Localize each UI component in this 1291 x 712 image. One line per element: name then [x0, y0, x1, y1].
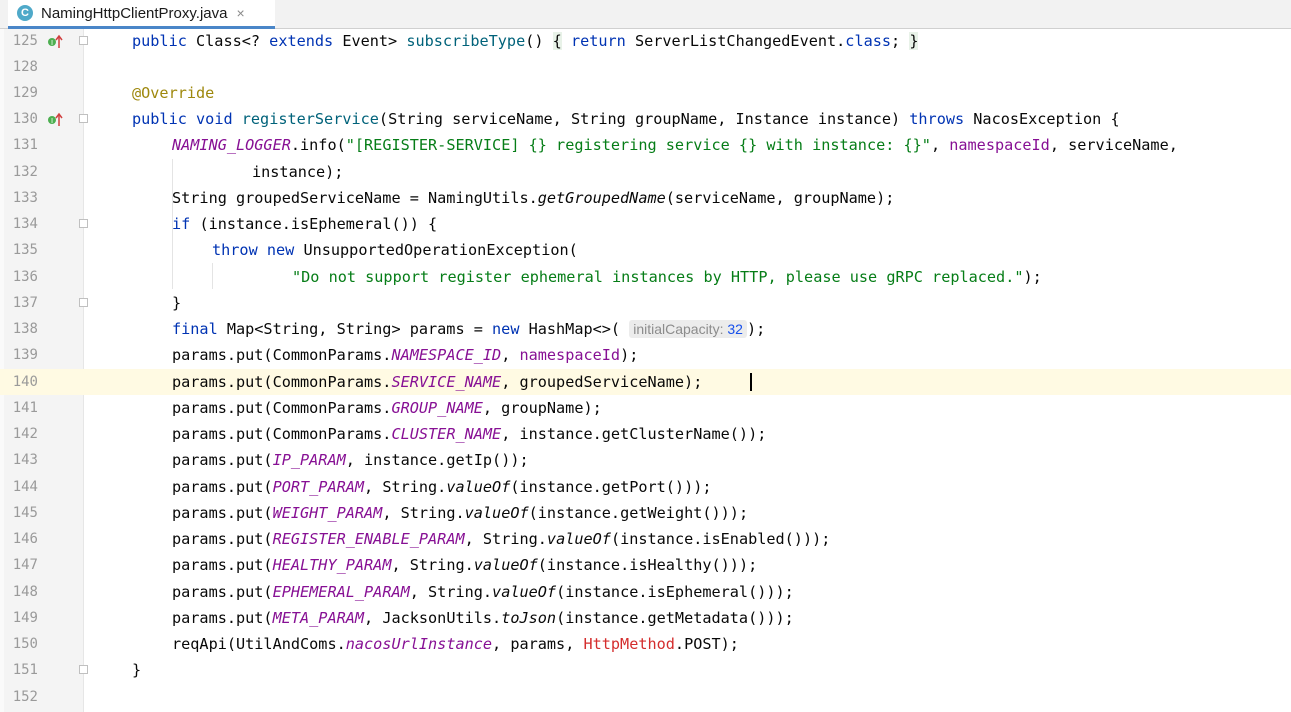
code-line: 135 throw new UnsupportedOperationExcept…	[0, 237, 1291, 263]
code-line: 133 String groupedServiceName = NamingUt…	[0, 185, 1291, 211]
code-line: 132 instance);	[0, 159, 1291, 185]
java-class-icon: C	[17, 5, 33, 21]
line-number: 131	[12, 137, 38, 153]
tab-label: NamingHttpClientProxy.java	[41, 4, 228, 22]
close-icon[interactable]: ×	[236, 5, 244, 21]
line-number: 141	[12, 400, 38, 416]
line-number: 147	[12, 557, 38, 573]
current-code-line: 140 params.put(CommonParams.SERVICE_NAME…	[0, 369, 1291, 395]
line-number: 129	[12, 85, 38, 101]
code-line: 152	[0, 684, 1291, 710]
code-line: 146 params.put(REGISTER_ENABLE_PARAM, St…	[0, 526, 1291, 552]
code-line: 148 params.put(EPHEMERAL_PARAM, String.v…	[0, 579, 1291, 605]
code-line: 137 }	[0, 290, 1291, 316]
code-line: 134 if (instance.isEphemeral()) {	[0, 211, 1291, 237]
code-line: 147 params.put(HEALTHY_PARAM, String.val…	[0, 552, 1291, 578]
line-number: 138	[12, 321, 38, 337]
implements-method-icon[interactable]: I	[47, 33, 63, 49]
svg-text:I: I	[51, 117, 53, 125]
fold-toggle[interactable]	[79, 36, 88, 45]
line-number: 140	[12, 374, 38, 390]
fold-toggle[interactable]	[79, 298, 88, 307]
line-number: 142	[12, 426, 38, 442]
line-number: 135	[12, 242, 38, 258]
line-number: 143	[12, 452, 38, 468]
svg-text:I: I	[51, 39, 53, 47]
code-line: 131 NAMING_LOGGER.info("[REGISTER-SERVIC…	[0, 132, 1291, 158]
code-line: 150 reqApi(UtilAndComs.nacosUrlInstance,…	[0, 631, 1291, 657]
line-number: 132	[12, 164, 38, 180]
code-line: 138 final Map<String, String> params = n…	[0, 316, 1291, 342]
fold-toggle[interactable]	[79, 665, 88, 674]
line-number: 137	[12, 295, 38, 311]
fold-toggle[interactable]	[79, 114, 88, 123]
code-line: 136 "Do not support register ephemeral i…	[0, 264, 1291, 290]
code-line: 151 }	[0, 657, 1291, 683]
code-line: 143 params.put(IP_PARAM, instance.getIp(…	[0, 447, 1291, 473]
line-number: 144	[12, 479, 38, 495]
code-line: 142 params.put(CommonParams.CLUSTER_NAME…	[0, 421, 1291, 447]
code-line: 139 params.put(CommonParams.NAMESPACE_ID…	[0, 342, 1291, 368]
text-caret	[750, 373, 752, 391]
editor-tab-bar: C NamingHttpClientProxy.java ×	[0, 0, 1291, 29]
line-number: 125	[12, 33, 38, 49]
tab-naming-http-client-proxy[interactable]: C NamingHttpClientProxy.java ×	[8, 0, 275, 29]
line-number: 149	[12, 610, 38, 626]
line-number: 139	[12, 347, 38, 363]
line-number: 136	[12, 269, 38, 285]
code-line: 129 @Override	[0, 80, 1291, 106]
line-number: 145	[12, 505, 38, 521]
line-number: 150	[12, 636, 38, 652]
implements-method-icon[interactable]: I	[47, 111, 63, 127]
line-number: 128	[12, 59, 38, 75]
fold-toggle[interactable]	[79, 219, 88, 228]
code-line: 145 params.put(WEIGHT_PARAM, String.valu…	[0, 500, 1291, 526]
line-number: 148	[12, 584, 38, 600]
line-number: 130	[12, 111, 38, 127]
code-line: 128	[0, 54, 1291, 80]
line-number: 151	[12, 662, 38, 678]
line-number: 146	[12, 531, 38, 547]
code-line: 141 params.put(CommonParams.GROUP_NAME, …	[0, 395, 1291, 421]
line-number: 134	[12, 216, 38, 232]
code-line: 144 params.put(PORT_PARAM, String.valueO…	[0, 474, 1291, 500]
code-line: 149 params.put(META_PARAM, JacksonUtils.…	[0, 605, 1291, 631]
line-number: 133	[12, 190, 38, 206]
code-line: 125 I public Class<? extends Event> subs…	[0, 28, 1291, 54]
code-line: 130 I public void registerService(String…	[0, 106, 1291, 132]
line-number: 152	[12, 689, 38, 705]
parameter-hint: initialCapacity: 32	[629, 320, 747, 338]
